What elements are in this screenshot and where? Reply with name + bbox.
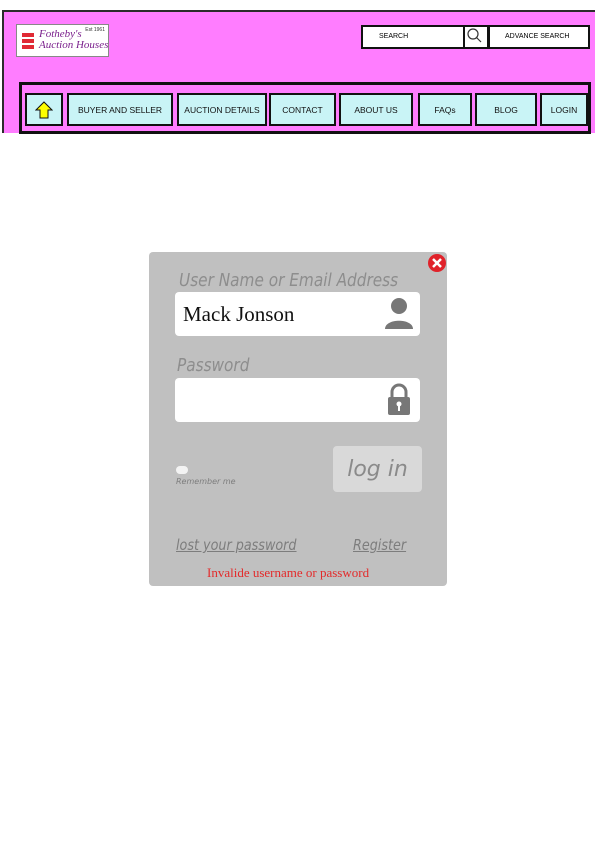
nav-home[interactable] (25, 93, 63, 126)
nav-buyer-seller[interactable]: BUYER AND SELLER (67, 93, 173, 126)
login-button[interactable]: log in (333, 446, 422, 492)
error-message: Invalide username or password (207, 565, 370, 580)
password-input[interactable] (175, 378, 420, 422)
user-icon (385, 298, 413, 329)
site-logo[interactable]: Fotheby's Auction Houses Est 1961 (16, 24, 109, 57)
nav-contact[interactable]: CONTACT (269, 93, 336, 126)
nav-auction-details[interactable]: AUCTION DETAILS (177, 93, 267, 126)
nav-faqs[interactable]: FAQs (418, 93, 472, 126)
logo-established: Est 1961 (85, 27, 105, 33)
remember-me-checkbox[interactable] (176, 466, 188, 474)
register-link[interactable]: Register (353, 536, 406, 554)
home-arrow-icon (35, 100, 53, 118)
login-panel: User Name or Email Address Mack Jonson P… (149, 252, 447, 586)
advance-search-button[interactable]: ADVANCE SEARCH (488, 25, 590, 49)
username-label: User Name or Email Address (179, 270, 399, 291)
username-value: Mack Jonson (183, 302, 295, 326)
remember-me-label: Remember me (176, 477, 236, 486)
username-input[interactable]: Mack Jonson (175, 292, 420, 336)
close-button[interactable] (427, 253, 447, 273)
lock-icon (388, 383, 410, 415)
search-input[interactable]: SEARCH (361, 25, 465, 49)
nav-blog[interactable]: BLOG (475, 93, 537, 126)
search-icon (467, 28, 482, 43)
lost-password-link[interactable]: lost your password (176, 536, 297, 554)
site-header: Fotheby's Auction Houses Est 1961 SEARCH… (2, 10, 595, 134)
main-nav: BUYER AND SELLER AUCTION DETAILS CONTACT… (19, 82, 591, 134)
logo-emblem-icon (22, 33, 34, 49)
nav-about[interactable]: ABOUT US (339, 93, 413, 126)
close-icon (428, 254, 446, 272)
nav-login[interactable]: LOGIN (540, 93, 588, 126)
logo-line2: Auction Houses (39, 39, 109, 51)
password-label: Password (177, 355, 250, 376)
search-button[interactable] (465, 25, 489, 49)
